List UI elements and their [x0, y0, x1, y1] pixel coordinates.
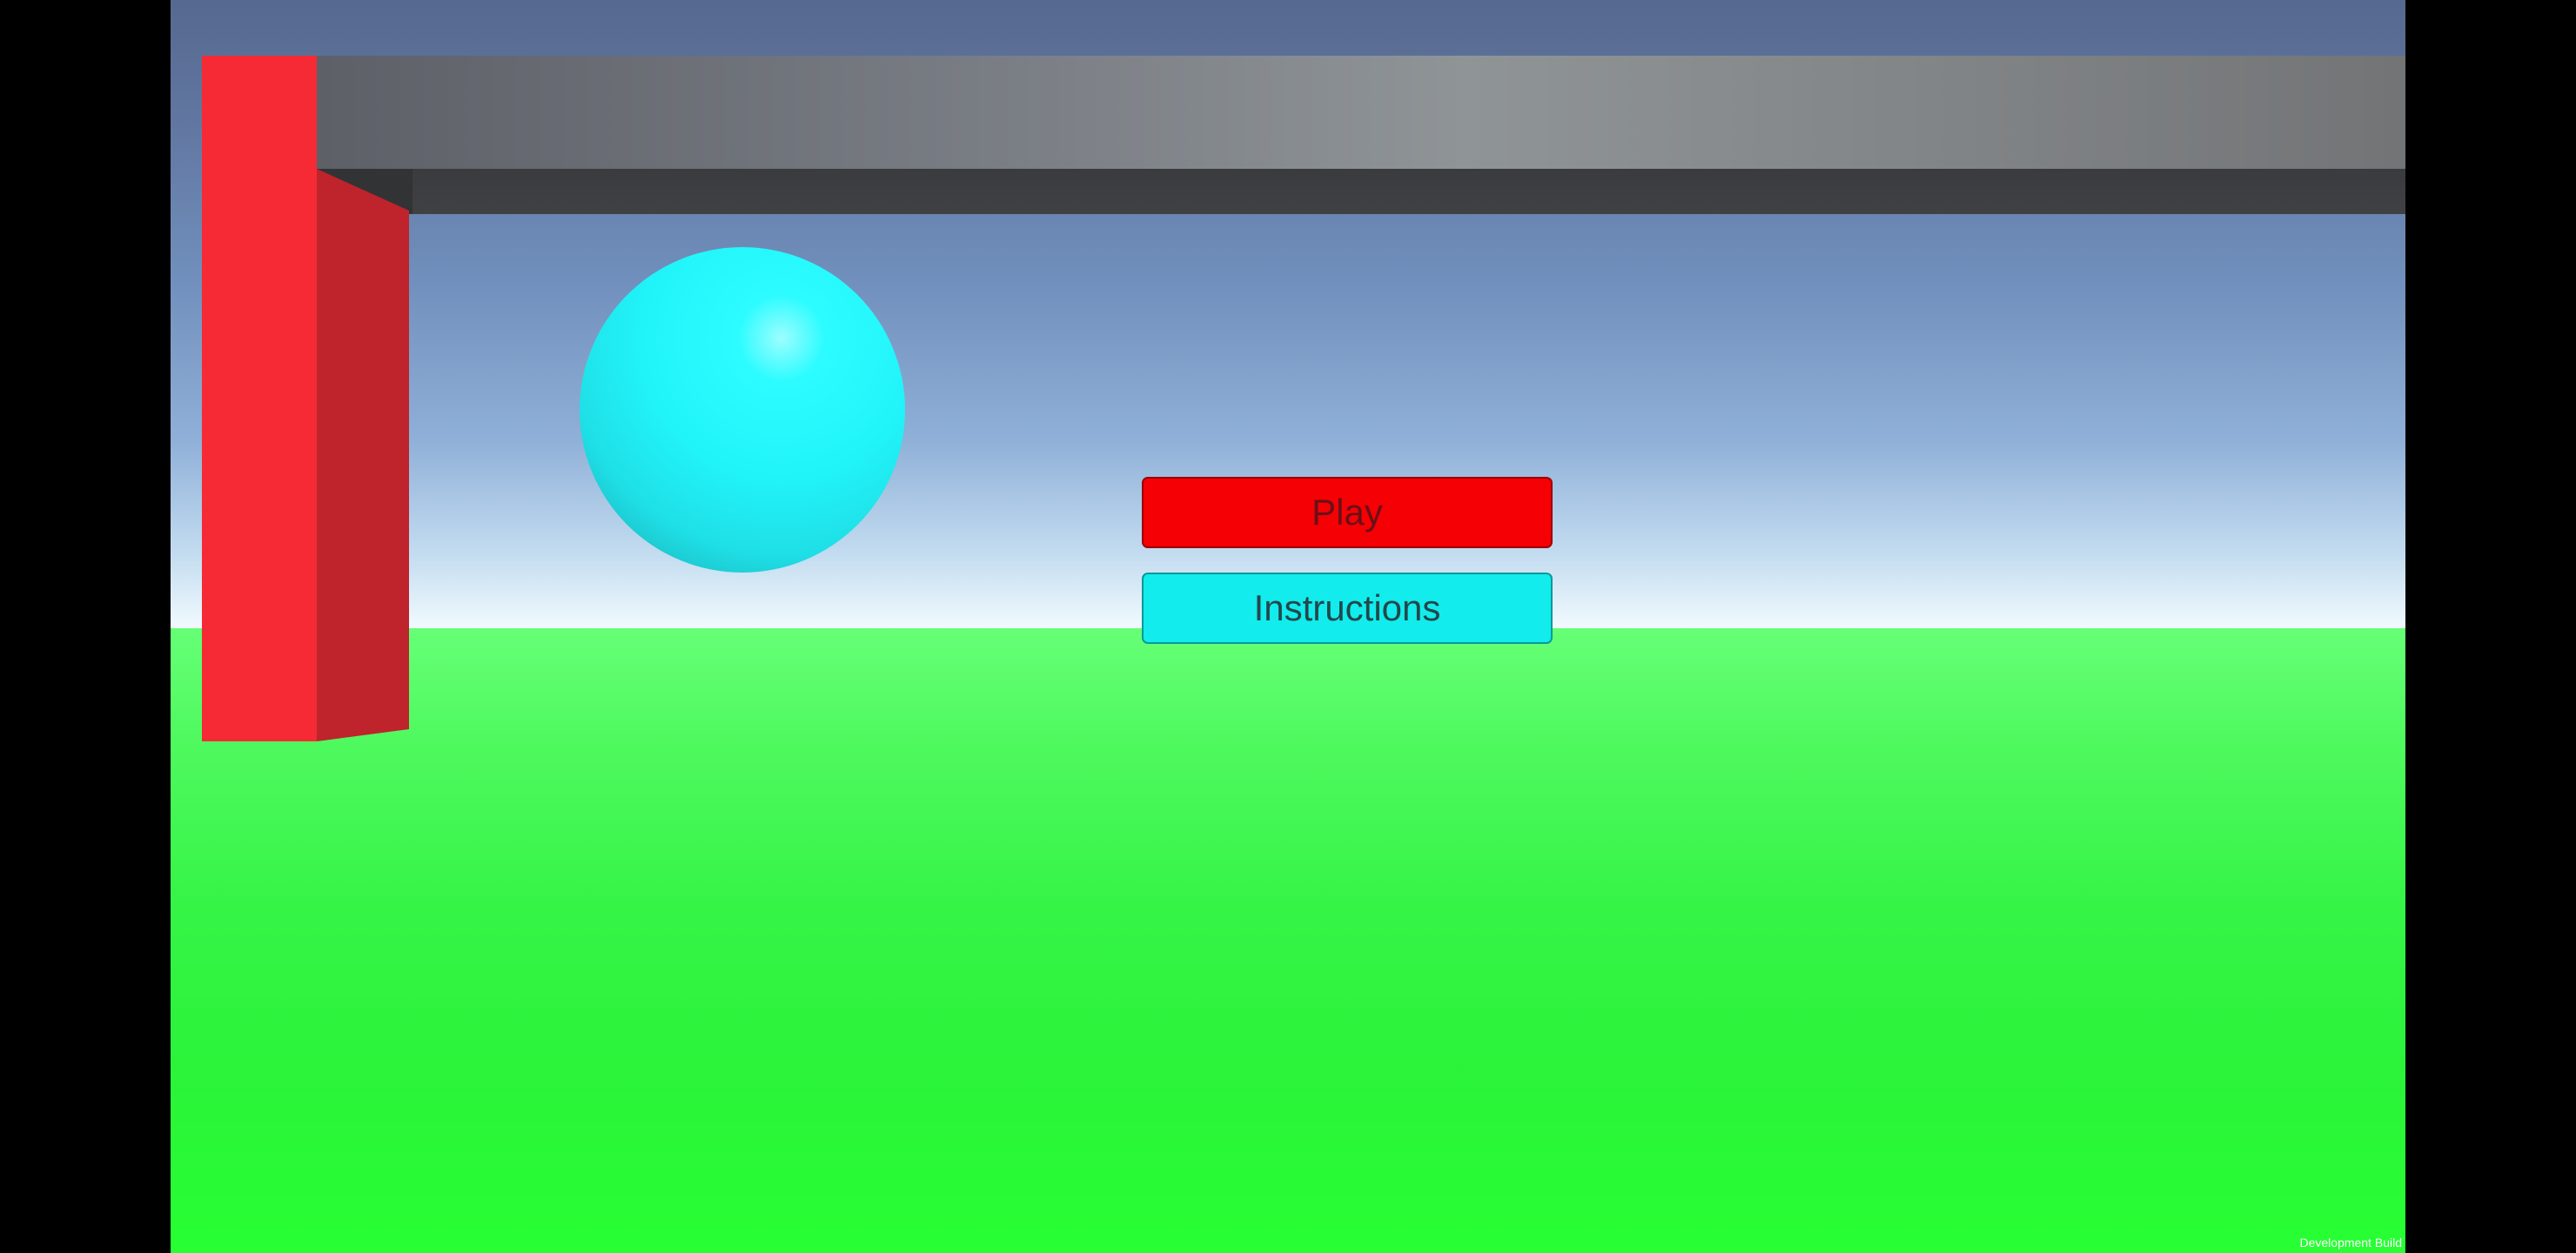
instructions-button[interactable]: Instructions [1142, 573, 1553, 644]
red-pillar-side [317, 169, 409, 741]
cyan-ball [580, 247, 905, 573]
development-build-label: Development Build [2299, 1236, 2402, 1250]
game-screen: Play Instructions Development Build [0, 0, 2576, 1253]
overhead-beam-top [317, 56, 2405, 169]
ground-plane [171, 628, 2405, 1253]
play-button[interactable]: Play [1142, 477, 1553, 548]
game-viewport: Play Instructions Development Build [171, 0, 2405, 1253]
red-pillar-front [202, 56, 317, 741]
overhead-beam-underside [317, 169, 2405, 214]
